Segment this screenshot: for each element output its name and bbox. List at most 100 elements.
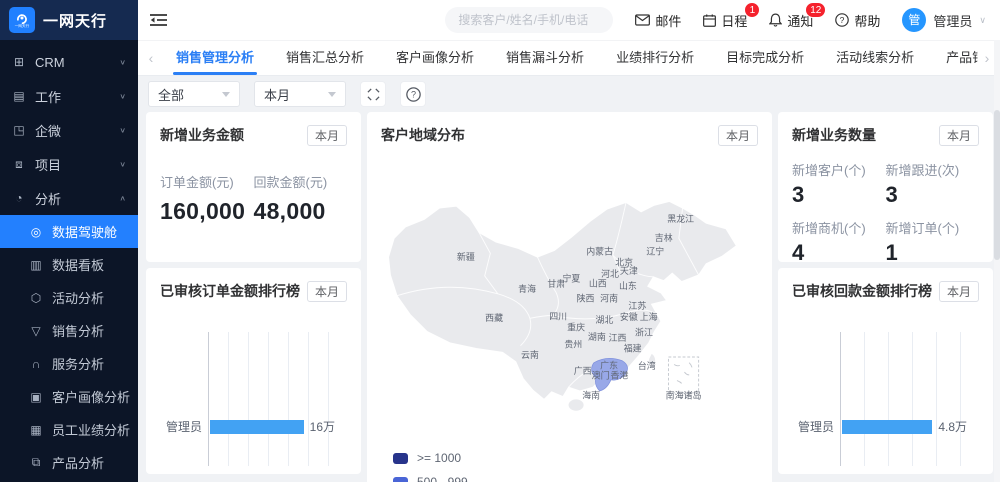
tab-客户画像分析[interactable]: 客户画像分析 <box>380 41 490 75</box>
collapse-sidebar-icon[interactable] <box>150 13 167 27</box>
tab-销售汇总分析[interactable]: 销售汇总分析 <box>270 41 380 75</box>
sidebar-subitem-产品分析[interactable]: ⧉产品分析 <box>0 446 138 479</box>
main-area: 邮件 日程 1 通知 12 ? 帮助 管 管理员 ∨ <box>138 0 1000 482</box>
map-label-湖南: 湖南 <box>588 331 606 342</box>
legend-item-500---999: 500 - 999 <box>393 475 758 482</box>
analysis-tabs: 销售管理分析销售汇总分析客户画像分析销售漏斗分析业绩排行分析目标完成分析活动线索… <box>160 41 978 75</box>
search-input[interactable] <box>445 7 613 33</box>
sidebar-subitem-数据驾驶舱[interactable]: ◎数据驾驶舱 <box>0 215 138 248</box>
map-label-南海诸岛: 南海诸岛 <box>666 389 702 400</box>
filterbar: 全部 本月 ? <box>138 76 1000 112</box>
dashboard-grid: 新增业务金额 本月 订单金额(元)160,000回款金额(元)48,000 客户… <box>138 112 1000 482</box>
period-badge[interactable]: 本月 <box>939 281 979 302</box>
sidebar-item-工作[interactable]: ▤工作∨ <box>0 79 138 113</box>
sidebar-item-CRM[interactable]: ⊞CRM∨ <box>0 45 138 79</box>
map-label-四川: 四川 <box>549 311 567 321</box>
project-icon: ⧈ <box>12 157 26 172</box>
map-label-吉林: 吉林 <box>655 232 673 243</box>
brand-name: 一网天行 <box>43 10 107 31</box>
sidebar-item-项目[interactable]: ⧈项目∨ <box>0 147 138 181</box>
chevron-down-icon <box>328 92 336 97</box>
fullscreen-button[interactable] <box>360 81 386 107</box>
china-map[interactable]: 新疆青海西藏云南宁夏甘肃内蒙古黑龙江吉林辽宁北京天津河北山西山东陕西河南江苏安徽… <box>381 158 758 441</box>
map-label-天津: 天津 <box>620 266 638 276</box>
user-name: 管理员 <box>933 11 972 30</box>
card-title: 新增业务数量 <box>792 125 876 145</box>
tab-销售漏斗分析[interactable]: 销售漏斗分析 <box>490 41 600 75</box>
tab-目标完成分析[interactable]: 目标完成分析 <box>710 41 820 75</box>
map-legend: >= 1000500 - 999100 - 499 <box>381 451 758 482</box>
period-badge[interactable]: 本月 <box>307 125 347 146</box>
topbar: 邮件 日程 1 通知 12 ? 帮助 管 管理员 ∨ <box>138 0 1000 40</box>
scope-select[interactable]: 全部 <box>148 81 240 107</box>
calendar-button[interactable]: 日程 1 <box>703 11 747 30</box>
stat-新增客户(个): 新增客户(个)3 <box>792 160 886 208</box>
sidebar-subitem-服务分析[interactable]: ∩服务分析 <box>0 347 138 380</box>
chevron-down-icon: ∨ <box>979 15 986 26</box>
sidebar-item-label: 企微 <box>35 121 61 140</box>
brand-logo[interactable]: 一网天行 一网天行 <box>0 0 138 40</box>
sidebar-item-label: 项目 <box>35 155 61 174</box>
analysis-icon: ◔ <box>12 191 26 205</box>
map-label-甘肃: 甘肃 <box>547 278 565 289</box>
chart-plot-area: 4.8万 <box>840 332 967 466</box>
stat-新增商机(个): 新增商机(个)4 <box>792 218 886 266</box>
card-title: 已审核订单金额排行榜 <box>160 281 300 301</box>
global-search <box>445 7 613 33</box>
card-new-business-amount: 新增业务金额 本月 订单金额(元)160,000回款金额(元)48,000 <box>146 112 361 262</box>
sidebar-item-label: 工作 <box>35 87 61 106</box>
tab-产品销量分析[interactable]: 产品销量分析 <box>930 41 978 75</box>
help-button[interactable]: ? 帮助 <box>835 11 880 30</box>
map-label-台湾: 台湾 <box>638 360 656 371</box>
notification-button[interactable]: 通知 12 <box>769 11 813 30</box>
legend-swatch <box>393 477 408 482</box>
period-select[interactable]: 本月 <box>254 81 346 107</box>
stat-label: 回款金额(元) <box>254 172 348 191</box>
sidebar-subitem-员工业绩分析[interactable]: ▦员工业绩分析 <box>0 413 138 446</box>
card-new-business-count: 新增业务数量 本月 新增客户(个)3新增跟进(次)3新增商机(个)4新增订单(个… <box>778 112 993 262</box>
dashboard-help-button[interactable]: ? <box>400 81 426 107</box>
tabs-scroll-left-icon[interactable]: ‹ <box>142 50 160 66</box>
fullscreen-icon <box>367 88 380 101</box>
legend-label: 500 - 999 <box>417 475 468 482</box>
map-label-香港: 香港 <box>611 370 629 381</box>
period-badge[interactable]: 本月 <box>718 125 758 146</box>
bar-category-label: 管理员 <box>792 418 834 435</box>
tab-销售管理分析[interactable]: 销售管理分析 <box>160 41 270 75</box>
map-label-陕西: 陕西 <box>577 292 595 303</box>
sidebar-subitem-数据看板[interactable]: ▥数据看板 <box>0 248 138 281</box>
page-scrollbar[interactable] <box>994 40 1000 482</box>
map-label-山东: 山东 <box>619 280 637 291</box>
map-label-新疆: 新疆 <box>457 251 475 262</box>
map-label-河北: 河北 <box>601 268 619 279</box>
card-title: 新增业务金额 <box>160 125 244 145</box>
data-cockpit-icon: ◎ <box>29 225 43 239</box>
china-landmass: 新疆青海西藏云南宁夏甘肃内蒙古黑龙江吉林辽宁北京天津河北山西山东陕西河南江苏安徽… <box>389 201 737 411</box>
bar-admin[interactable] <box>210 420 304 434</box>
sidebar-subitem-客户画像分析[interactable]: ▣客户画像分析 <box>0 380 138 413</box>
tab-业绩排行分析[interactable]: 业绩排行分析 <box>600 41 710 75</box>
sidebar-item-企微[interactable]: ◳企微∨ <box>0 113 138 147</box>
bar-admin[interactable] <box>842 420 932 434</box>
sidebar-item-label: 分析 <box>35 189 61 208</box>
stat-label: 新增订单(个) <box>886 218 980 237</box>
calendar-label: 日程 <box>721 11 747 30</box>
map-label-福建: 福建 <box>624 342 642 353</box>
period-badge[interactable]: 本月 <box>307 281 347 302</box>
stat-value: 1 <box>886 240 980 266</box>
sidebar-item-分析[interactable]: ◔ 分析 ∧ <box>0 181 138 215</box>
mail-button[interactable]: 邮件 <box>635 11 681 30</box>
scrollbar-thumb[interactable] <box>994 110 1000 260</box>
sidebar-item-label: CRM <box>35 55 65 70</box>
chevron-down-icon: ∨ <box>119 126 126 135</box>
map-label-内蒙古: 内蒙古 <box>586 245 613 256</box>
period-badge[interactable]: 本月 <box>939 125 979 146</box>
bar-value-label: 4.8万 <box>938 418 967 435</box>
chevron-up-icon: ∧ <box>119 194 126 203</box>
sidebar-subitem-活动分析[interactable]: ⬡活动分析 <box>0 281 138 314</box>
user-menu[interactable]: 管 管理员 ∨ <box>902 8 986 32</box>
sidebar-subitem-销售分析[interactable]: ▽销售分析 <box>0 314 138 347</box>
tab-活动线索分析[interactable]: 活动线索分析 <box>820 41 930 75</box>
sidebar-subitem-label: 客户画像分析 <box>52 387 130 406</box>
map-label-山西: 山西 <box>589 278 607 288</box>
